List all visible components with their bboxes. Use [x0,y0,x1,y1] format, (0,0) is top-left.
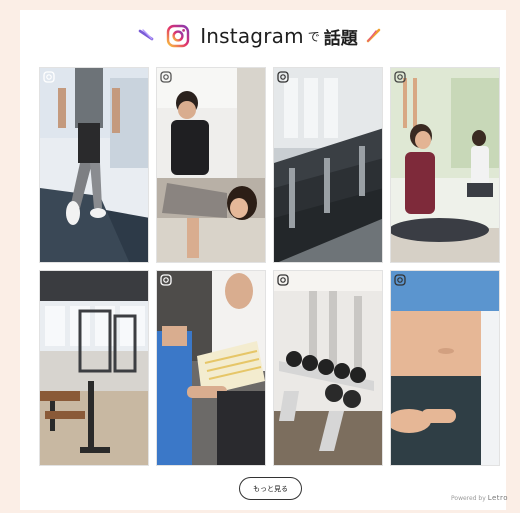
instagram-post-tile[interactable] [390,67,500,263]
post-photo-treadmill [40,68,148,262]
post-photo-equipment-row [274,68,382,262]
instagram-post-tile[interactable] [156,67,266,263]
post-photo-yoga [391,68,499,262]
instagram-badge-icon [277,274,289,286]
sparkle-right-icon [366,28,381,43]
instagram-post-tile[interactable] [156,270,266,466]
section-heading: Instagram で 話題 [0,14,520,58]
instagram-badge-icon [160,71,172,83]
post-photo-trainer-clipboard [157,271,265,465]
heading-brand: Instagram [200,24,304,48]
heading-topic: 話題 [323,28,358,49]
powered-by-label[interactable]: Powered by Letro [451,494,508,502]
powered-brand: Letro [487,494,509,502]
powered-prefix: Powered by [451,495,486,502]
post-photo-gym-interior [40,271,148,465]
post-photo-dumbbell-rack [274,271,382,465]
instagram-badge-icon [43,71,55,83]
instagram-badge-icon [160,274,172,286]
heading-particle: で [307,29,320,44]
sparkle-left-icon [138,29,154,41]
instagram-post-tile[interactable] [273,270,383,466]
instagram-badge-icon [394,274,406,286]
instagram-logo-icon [167,24,190,48]
instagram-post-tile[interactable] [273,67,383,263]
instagram-post-tile[interactable] [39,270,149,466]
instagram-post-tile[interactable] [39,67,149,263]
post-photo-trainer-stretch [157,68,265,262]
instagram-grid [39,67,500,466]
instagram-badge-icon [277,71,289,83]
show-more-button[interactable]: もっと見る [239,477,302,500]
instagram-badge-icon [394,71,406,83]
instagram-post-tile[interactable] [390,270,500,466]
post-photo-waist [391,271,499,465]
